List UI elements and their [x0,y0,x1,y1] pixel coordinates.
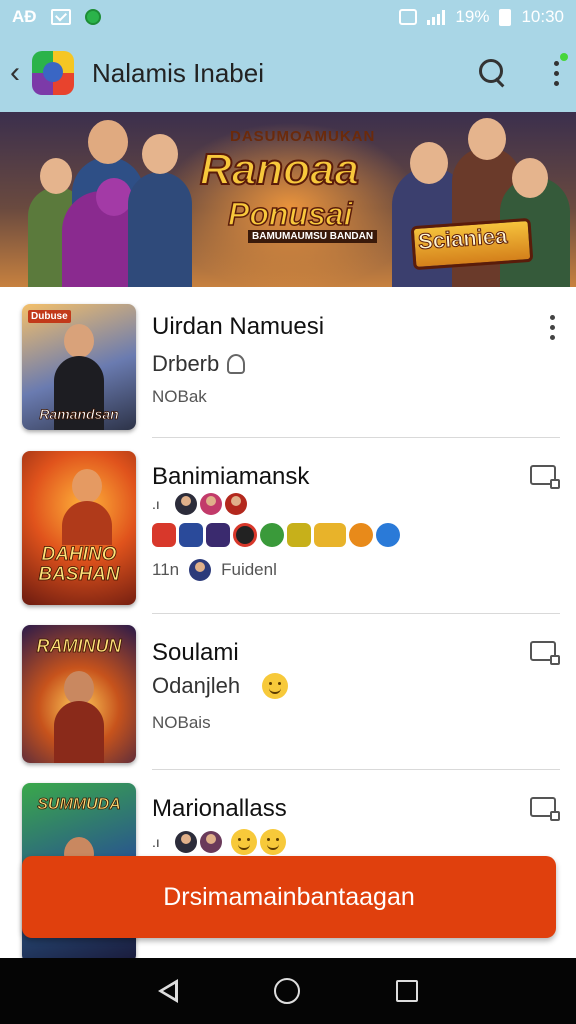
item-meta: 11n Fuidenl [152,559,277,581]
item-title: Marionallass [152,795,287,822]
item-meta: NOBais [152,713,211,733]
banner-hero-3-head [96,178,132,216]
item-title: Banimiamansk [152,463,310,490]
sticker [260,523,284,547]
item-subtitle: Odanjleh [152,673,289,699]
list-item[interactable]: Dubuse Ramandsan Uirdan Namuesi Drberb N… [0,287,576,438]
sticker [179,523,203,547]
banner-hero-5-head [410,142,448,184]
banner-hero-7-head [512,158,548,198]
app-logo [32,51,74,95]
primary-cta-button[interactable]: Drsimamainbantaagan [22,856,556,938]
item-subtitle-text: Odanjleh [152,673,241,698]
cast-icon[interactable] [530,797,560,821]
sticker [349,523,373,547]
back-button[interactable]: ‹ [10,58,30,88]
more-options-button[interactable] [548,315,556,340]
nav-home-icon[interactable] [274,978,300,1004]
battery-percent: 19% [455,7,490,26]
sticker [314,523,346,547]
item-meta-count: 11n [152,560,180,579]
banner-title: Ranoaa [199,145,360,194]
banner-hero-6-head [468,118,506,160]
item-meta: NOBak [152,387,207,407]
item-thumbnail: Dubuse Ramandsan [22,304,136,430]
list-item[interactable]: RAMINUN Soulami Odanjleh NOBais [0,613,576,770]
banner-hero-2-head [88,120,128,164]
system-nav-bar [0,958,576,1024]
app-bar: ‹ Nalamis Inabei [0,34,576,112]
item-meta-text: NOBak [152,387,207,406]
user-icon [227,354,246,374]
avatar [174,831,197,853]
sticker [376,523,400,547]
smiley-icon [259,829,286,855]
cast-icon[interactable] [530,465,560,489]
banner-tagline: BAMUMAUMSU BANDAN [248,230,378,243]
reaction-stickers [152,523,400,547]
item-title: Uirdan Namuesi [152,313,325,340]
avatar-prefix: .ı [152,496,160,512]
smiley-icon [230,829,257,855]
status-left: AĐ [12,7,101,27]
clock: 10:30 [521,7,564,26]
notification-check-icon [50,9,71,25]
item-meta-text: NOBais [152,713,211,732]
avatar [189,559,212,581]
item-thumbnail: RAMINUN [22,625,136,763]
sticker [152,523,176,547]
sticker [287,523,311,547]
avatar-prefix: .ı [152,834,160,850]
thumb-title: RAMINUN [36,636,122,656]
banner-hero-4 [128,172,192,287]
carrier-label: AĐ [12,7,37,26]
thumb-face [64,324,94,358]
friend-avatars: .ı [152,493,247,515]
thumb-title: Ramandsan [39,406,119,423]
notification-badge [560,52,568,61]
avatar [224,493,247,515]
thumb-badge: Dubuse [28,310,71,323]
sticker [233,523,257,547]
status-bar: AĐ 19% 10:30 [0,0,576,34]
item-thumbnail: DAHINO BASHAN [22,451,136,605]
avatar [199,831,222,853]
banner-hero-1-head [40,158,72,194]
friend-avatars: .ı [152,829,286,855]
sticker [206,523,230,547]
search-icon[interactable] [476,56,510,90]
thumb-person [54,701,104,763]
avatar [199,493,222,515]
thumb-title: SUMMUDA [37,796,121,813]
overflow-menu-button[interactable] [546,52,568,86]
nav-recents-icon[interactable] [396,980,418,1002]
promo-banner[interactable]: DASUMOAMUKAN Ranoaa Ponusai BAMUMAUMSU B… [0,112,576,287]
list-item[interactable]: DAHINO BASHAN Banimiamansk .ı 11n Fuiden… [0,437,576,614]
banner-hero-4-head [142,134,178,174]
banner-title-line2: Ponusai [227,195,353,233]
avatar [174,493,197,515]
item-subtitle-text: Drberb [152,351,220,376]
app-notification-icon [84,9,101,25]
item-subtitle: Drberb [152,351,246,377]
status-right: 19% 10:30 [399,7,564,27]
thumb-face [64,671,94,705]
thumb-face [72,469,102,503]
smiley-icon [262,673,289,699]
app-title: Nalamis Inabei [92,57,264,88]
item-title: Soulami [152,639,239,666]
vpn-icon [399,9,418,25]
banner-subtitle: DASUMOAMUKAN [230,128,376,145]
signal-icon [427,9,446,25]
nav-back-icon[interactable] [158,979,178,1003]
battery-icon [499,8,512,26]
thumb-title: DAHINO BASHAN [38,544,120,586]
screen: AĐ 19% 10:30 ‹ Nalamis Inabei DASUMOAMUK… [0,0,576,1024]
item-meta-text: Fuidenl [221,560,277,579]
thumb-person [62,501,112,545]
cast-icon[interactable] [530,641,560,665]
